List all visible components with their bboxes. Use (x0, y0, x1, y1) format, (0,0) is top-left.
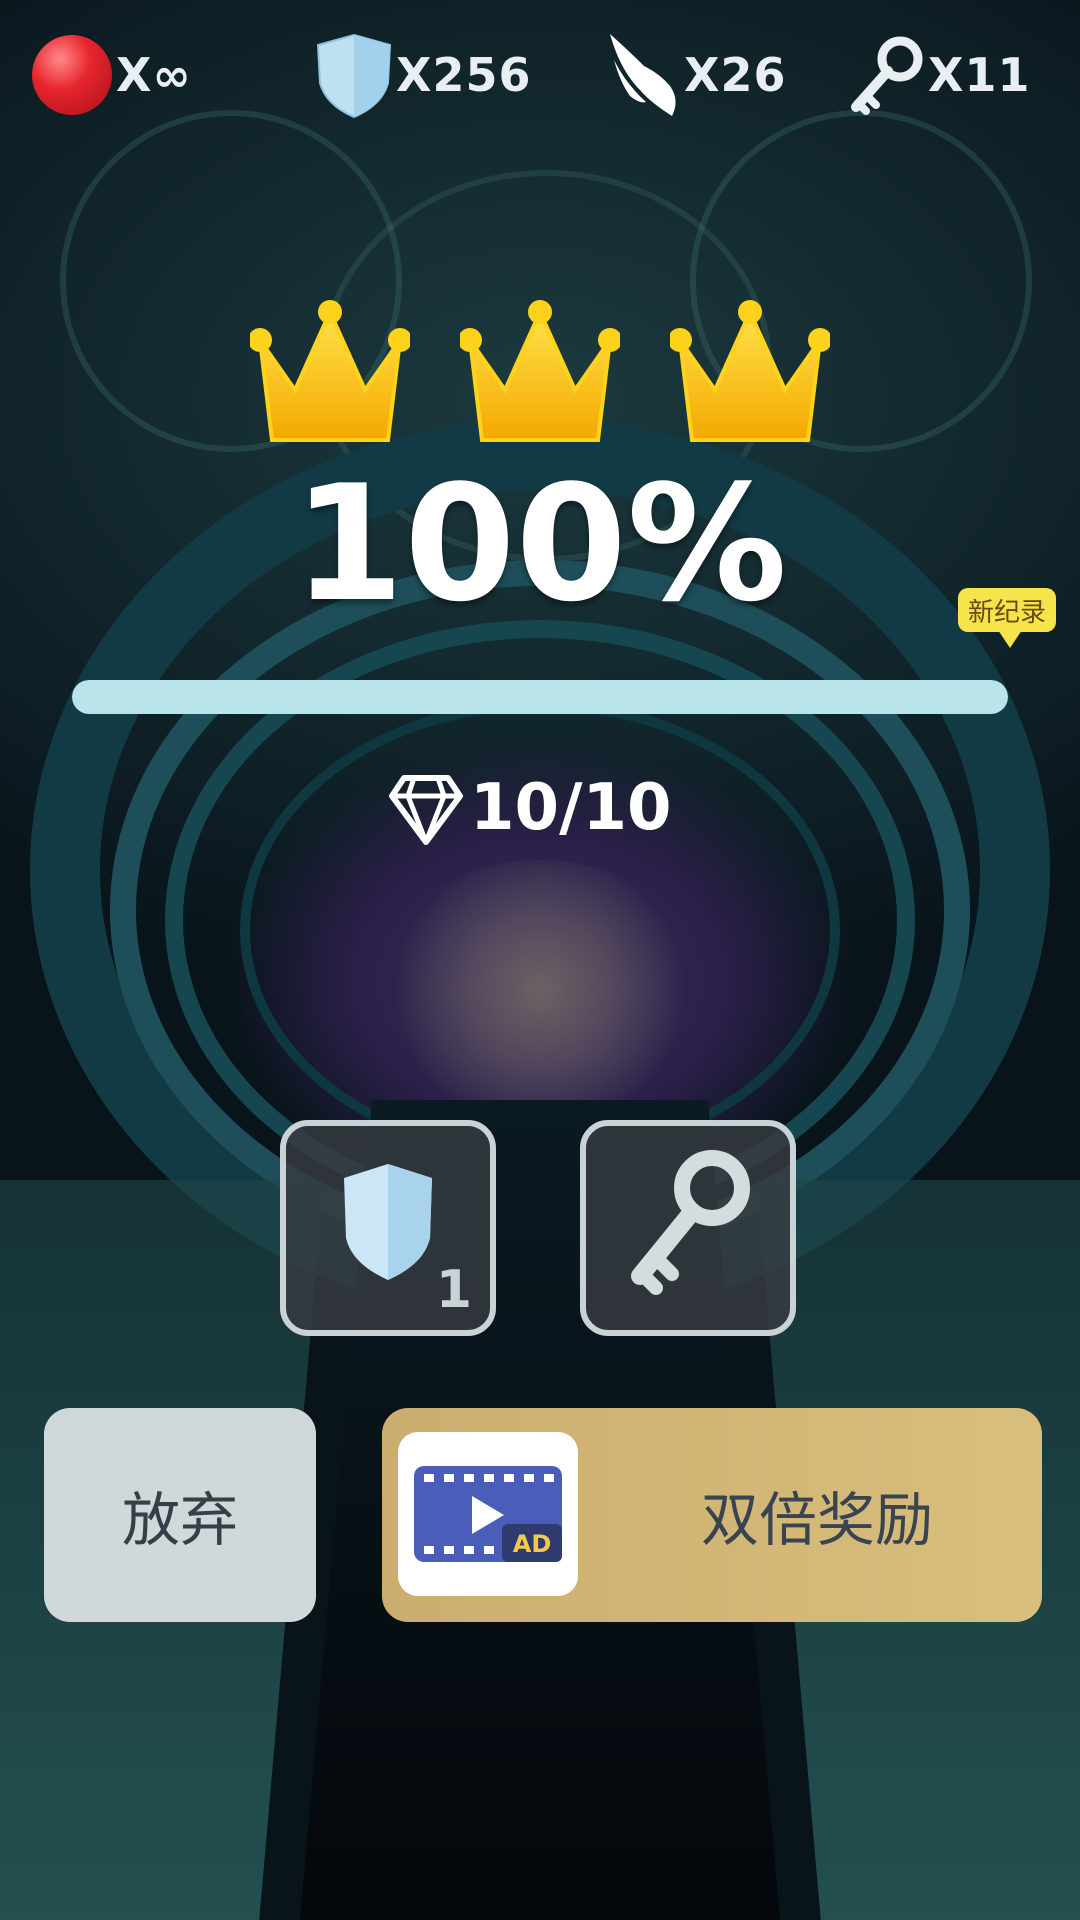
wing-count: X26 (684, 48, 787, 102)
key-icon (631, 1150, 750, 1295)
red-ball-icon (32, 35, 112, 115)
gem-count: 10/10 (470, 771, 672, 845)
film-play-icon: AD (414, 1466, 562, 1562)
wing-counter: X26 (600, 30, 786, 120)
gem-counter: 10/10 (388, 770, 672, 846)
video-ad-icon: AD (398, 1432, 578, 1596)
crown-icon (460, 300, 620, 442)
diamond-icon (389, 775, 463, 845)
game-background (0, 0, 1080, 1920)
key-count: X11 (928, 48, 1031, 102)
ad-label: AD (513, 1530, 552, 1558)
give-up-label: 放弃 (121, 1486, 238, 1554)
key-item-slot[interactable] (580, 1120, 796, 1336)
give-up-button[interactable]: 放弃 (44, 1408, 316, 1622)
crown-icon (250, 300, 410, 442)
completion-percent: 100% (292, 450, 788, 637)
key-icon (851, 36, 923, 115)
crown-rating (250, 300, 830, 450)
lives-counter: X∞ (32, 30, 192, 120)
shield-counter: X256 (312, 30, 532, 120)
progress-bar-fill (72, 680, 1008, 714)
key-counter: X11 (848, 30, 1030, 120)
progress-bar (72, 680, 1008, 714)
shield-icon (316, 33, 392, 119)
tunnel-glow (380, 860, 700, 1120)
double-reward-button[interactable]: AD 双倍奖励 (382, 1408, 1042, 1622)
new-record-badge: 新纪录 (958, 588, 1056, 648)
shield-item-count: 1 (435, 1260, 472, 1320)
crown-icon (670, 300, 830, 442)
shield-item-slot[interactable]: 1 (280, 1120, 496, 1336)
double-reward-label: 双倍奖励 (700, 1486, 933, 1554)
shield-count: X256 (396, 48, 532, 102)
lives-count: X∞ (116, 48, 192, 102)
wing-icon (610, 34, 676, 116)
